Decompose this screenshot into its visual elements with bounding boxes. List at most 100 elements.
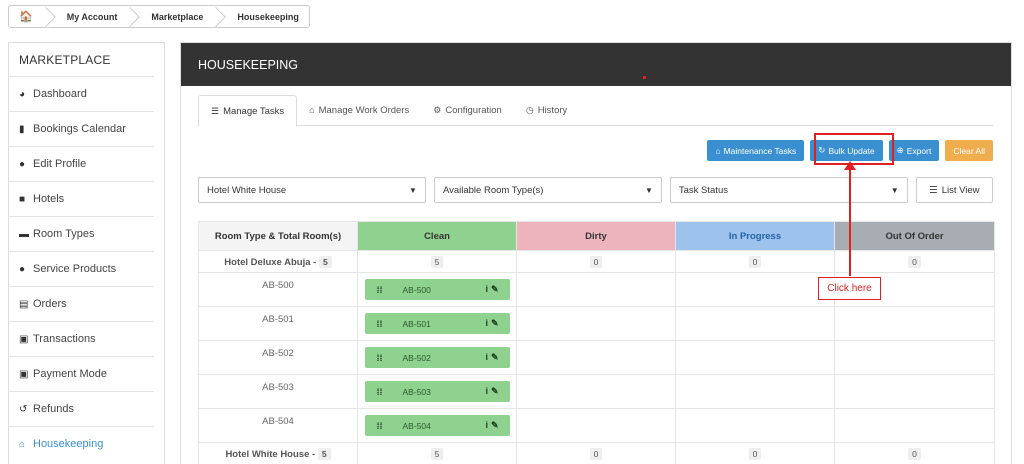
hotel-name: Hotel White House - [225,448,316,460]
sidebar-item-refunds[interactable]: ↺ Refunds [9,391,154,426]
clear-all-button[interactable]: Clear All [945,140,993,161]
pencil-icon[interactable]: ✎ [491,284,502,294]
export-icon: ⊕ [896,145,904,155]
sidebar-item-bookings-calendar[interactable]: ▮ Bookings Calendar [9,111,154,146]
clean-count-cell: 5 [357,250,517,273]
cogs-icon: ⚙ [433,104,442,115]
user-icon: ● [19,158,26,170]
export-button[interactable]: ⊕ Export [888,140,940,161]
hotel-summary-row: Hotel White House - 5 5 0 0 0 [198,442,995,464]
list-icon: ☰ [929,184,938,196]
tab-label: Manage Tasks [223,105,285,117]
header-in-progress: In Progress [675,221,835,251]
dashboard-icon: ◕ [19,88,26,100]
sidebar-item-label: Bookings Calendar [33,123,126,135]
out-of-order-cell [834,374,995,409]
header-clean: Clean [357,221,517,251]
tab-configuration[interactable]: ⚙ Configuration [421,95,514,125]
table-row: AB-502 ⁞⁞ AB-502 i✎ [198,340,995,375]
sidebar-item-hotels[interactable]: ■ Hotels [9,181,154,216]
button-label: Maintenance Tasks [723,145,797,156]
sidebar-item-housekeeping[interactable]: ⌂ Housekeeping [9,426,154,461]
list-view-button[interactable]: ☰ List View [915,177,993,203]
maintenance-tasks-button[interactable]: ⌂ Maintenance Tasks [707,140,805,161]
sidebar-item-label: Housekeeping [33,438,104,450]
credit-card-icon: ▤ [19,298,29,310]
breadcrumb-marketplace[interactable]: Marketplace [137,6,213,27]
tab-bar: ☰ Manage Tasks ⌂ Manage Work Orders ⚙ Confi… [198,95,993,127]
sidebar-item-edit-profile[interactable]: ● Edit Profile [9,146,154,181]
room-chip[interactable]: ⁞⁞ AB-503 i✎ [364,381,510,402]
out-of-order-count-cell: 0 [834,250,995,273]
count-badge: 0 [589,255,603,268]
room-chip[interactable]: ⁞⁞ AB-502 i✎ [364,347,510,368]
room-chip[interactable]: ⁞⁞ AB-500 i✎ [364,279,510,300]
clean-count-cell: 5 [357,442,517,464]
room-chip[interactable]: ⁞⁞ AB-501 i✎ [364,313,510,334]
pencil-icon[interactable]: ✎ [491,318,502,328]
building-icon: ■ [19,193,26,205]
pencil-icon[interactable]: ✎ [491,352,502,362]
hotel-select[interactable]: Hotel White House ▼ [198,177,426,203]
sidebar-item-label: Edit Profile [33,158,87,170]
sidebar-item-transactions[interactable]: ▣ Transactions [9,321,154,356]
breadcrumb-separator [43,6,53,27]
list-icon: ☰ [211,105,220,116]
tab-history[interactable]: ◷ History [514,95,579,125]
bar-chart-icon: ▮ [19,123,25,135]
dirty-cell [516,272,676,307]
sidebar-item-orders[interactable]: ▤ Orders [9,286,154,321]
tab-manage-tasks[interactable]: ☰ Manage Tasks [198,95,298,127]
sidebar-item-dashboard[interactable]: ◕ Dashboard [9,76,154,111]
in-progress-cell [675,272,835,307]
clean-cell: ⁞⁞ AB-502 i✎ [357,340,517,375]
count-badge: 0 [589,447,603,460]
breadcrumb-my-account[interactable]: My Account [53,6,128,27]
hotel-name-cell: Hotel Deluxe Abuja - 5 [198,250,358,273]
home-icon: ⌂ [309,105,315,115]
sidebar-item-room-types[interactable]: ▬ Room Types [9,216,154,251]
sidebar-item-label: Payment Mode [33,368,107,380]
caret-down-icon: ▼ [890,185,899,195]
out-of-order-count-cell: 0 [834,442,995,464]
button-label: List View [941,184,980,196]
sidebar-title: MARKETPLACE [19,52,111,67]
room-chip-label: AB-504 [402,420,431,431]
header-dirty: Dirty [516,221,676,251]
room-type-select-value: Available Room Type(s) [442,184,544,196]
clean-cell: ⁞⁞ AB-501 i✎ [357,306,517,341]
room-type-select[interactable]: Available Room Type(s) ▼ [433,177,662,203]
room-name: AB-504 [198,408,358,443]
room-name: AB-500 [198,272,358,307]
hotel-summary-row: Hotel Deluxe Abuja - 5 5 0 0 0 [198,250,995,273]
tab-manage-work-orders[interactable]: ⌂ Manage Work Orders [297,95,421,125]
table-row: AB-503 ⁞⁞ AB-503 i✎ [198,374,995,409]
room-total-badge: 5 [318,255,332,268]
dirty-cell [516,374,676,409]
caret-down-icon: ▼ [409,185,417,195]
room-chip-label: AB-501 [402,318,431,329]
in-progress-count-cell: 0 [675,250,835,273]
dirty-cell [516,340,676,375]
in-progress-cell [675,374,835,409]
clean-cell: ⁞⁞ AB-504 i✎ [357,408,517,443]
housekeeping-table: Room Type & Total Room(s) Clean Dirty In… [198,221,995,464]
task-status-select[interactable]: Task Status ▼ [669,177,908,203]
in-progress-count-cell: 0 [675,442,835,464]
room-chip[interactable]: ⁞⁞ AB-504 i✎ [364,415,510,436]
breadcrumb-housekeeping[interactable]: Housekeeping [223,6,309,27]
page-title: HOUSEKEEPING [198,57,299,72]
button-label: Export [906,145,932,156]
sidebar-item-label: Transactions [33,333,96,345]
pencil-icon[interactable]: ✎ [491,420,502,430]
sidebar-item-label: Refunds [33,403,74,415]
room-name: AB-503 [198,374,358,409]
sidebar: MARKETPLACE ◕ Dashboard ▮ Bookings Calenda… [8,42,165,464]
pencil-icon[interactable]: ✎ [491,386,502,396]
red-marker [643,76,646,79]
out-of-order-cell [834,340,995,375]
money-icon: ▣ [19,333,29,345]
sidebar-item-payment-mode[interactable]: ▣ Payment Mode [9,356,154,391]
sidebar-item-service-products[interactable]: ● Service Products [9,251,154,286]
hotel-name: Hotel Deluxe Abuja - [224,256,317,268]
